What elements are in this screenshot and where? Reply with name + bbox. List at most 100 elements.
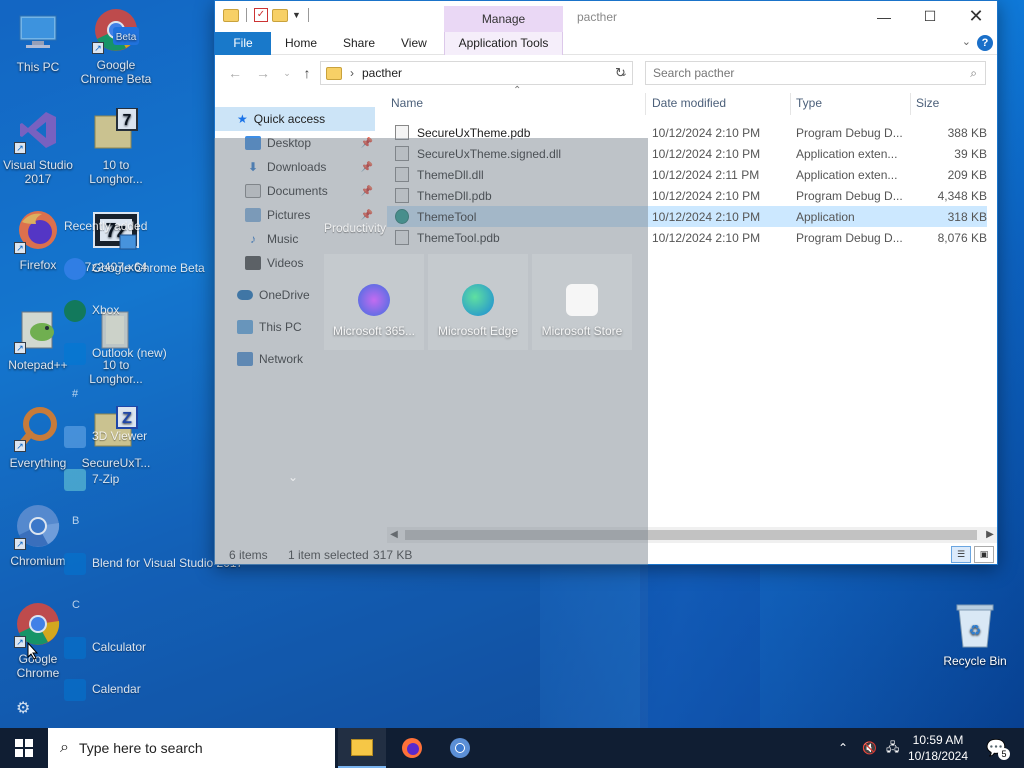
file-row[interactable]: ThemeTool.pdb 10/12/2024 2:10 PM Program… [387,227,987,248]
nav-network[interactable]: Network [215,347,375,371]
chromium-icon [450,738,470,758]
refresh-icon[interactable]: ↻ [615,65,626,81]
desktop-icon-recycle-bin[interactable]: ♻ Recycle Bin [936,602,1014,668]
tab-home[interactable]: Home [275,32,327,55]
start-item-7zip[interactable]: 7-Zip [64,469,119,491]
tab-share[interactable]: Share [333,32,385,55]
start-item-calendar[interactable]: Calendar [64,679,141,701]
3d-viewer-icon [64,426,86,448]
maximize-button[interactable]: ☐ [907,1,953,32]
start-letter-c[interactable]: C [72,599,80,611]
manage-contextual-tab[interactable]: Manage [444,6,563,32]
breadcrumb[interactable]: pacther [362,66,402,80]
desktop-icon-this-pc[interactable]: This PC [0,8,76,74]
file-date: 10/12/2024 2:10 PM [652,231,761,245]
desktop-icon-visual-studio[interactable]: ↗ Visual Studio 2017 [0,106,76,186]
recent-locations-icon[interactable]: ⌄ [277,63,297,83]
start-letter-hash[interactable]: # [72,388,78,400]
search-icon: ⌕ [60,739,69,756]
close-button[interactable]: ✕ [953,1,999,32]
address-row: ← → ⌄ ↑ › pacther ⌄ ↻ Search pacther ⌕ [215,59,997,87]
start-item-outlook[interactable]: Outlook (new) [64,343,167,365]
file-row[interactable]: ThemeDll.pdb 10/12/2024 2:10 PM Program … [387,185,987,206]
scroll-left-icon[interactable]: ◀ [387,527,401,543]
file-type: Application exten... [796,168,898,182]
volume-muted-icon[interactable]: 🔇 [862,728,877,768]
start-item-calculator[interactable]: Calculator [64,637,146,659]
file-row[interactable]: SecureUxTheme.pdb 10/12/2024 2:10 PM Pro… [387,122,987,143]
tile-microsoft-edge[interactable]: Microsoft Edge [428,254,528,350]
column-divider[interactable] [910,93,911,115]
this-pc-icon [14,8,62,56]
nav-quick-access[interactable]: ★ Quick access [215,107,375,131]
start-letter-b[interactable]: B [72,515,79,527]
address-bar[interactable]: › pacther ⌄ [320,61,633,85]
application-icon [395,209,409,224]
forward-button[interactable]: → [253,63,273,83]
file-name: ThemeDll.dll [417,168,484,182]
taskbar-firefox[interactable] [388,728,436,768]
file-name: ThemeTool.pdb [417,231,500,245]
column-header-name[interactable]: Name [391,96,423,110]
scrollbar-thumb[interactable] [405,530,977,540]
nav-desktop[interactable]: Desktop 📌 [215,131,375,155]
column-header-date[interactable]: Date modified [652,96,726,110]
start-item-3d-viewer[interactable]: 3D Viewer [64,426,147,448]
settings-gear-icon[interactable]: ⚙ [16,698,30,718]
column-divider[interactable] [790,93,791,115]
folder-icon [326,66,342,80]
chromium-icon: ↗ [14,502,62,550]
horizontal-scrollbar[interactable]: ◀ ▶ [387,527,997,543]
tab-application-tools[interactable]: Application Tools [444,32,563,55]
tile-microsoft-365[interactable]: Microsoft 365... [324,254,424,350]
tab-file[interactable]: File [215,32,271,55]
svg-text:7: 7 [123,112,132,129]
productivity-group-label[interactable]: Productivity [324,221,386,235]
properties-check-icon[interactable]: ✓ [254,8,268,22]
expand-ribbon-chevron-icon[interactable]: ⌄ [962,35,971,48]
notepadpp-icon: ↗ [14,306,62,354]
expand-chevron-icon[interactable]: ⌄ [288,470,298,484]
large-icons-view-icon[interactable]: ▣ [974,546,994,563]
shortcut-arrow-icon: ↗ [14,538,26,550]
up-button[interactable]: ↑ [297,63,317,83]
pictures-icon [245,208,261,222]
shortcut-arrow-icon: ↗ [14,440,26,452]
taskbar-chromium[interactable] [436,728,484,768]
file-date: 10/12/2024 2:10 PM [652,126,761,140]
taskbar-search-input[interactable]: ⌕ Type here to search [48,728,335,768]
clock[interactable]: 10:59 AM 10/18/2024 [896,732,980,764]
shortcut-arrow-icon: ↗ [14,242,26,254]
start-button[interactable] [0,728,48,768]
column-header-type[interactable]: Type [796,96,822,110]
back-button[interactable]: ← [225,63,245,83]
file-type: Application exten... [796,147,898,161]
desktop-icon-chrome-beta[interactable]: Beta ↗ Google Chrome Beta [78,6,154,86]
notification-center-icon[interactable]: 💬 5 [984,728,1010,768]
blend-icon [64,553,86,575]
start-item-chrome-beta[interactable]: Google Chrome Beta [64,258,205,280]
column-divider[interactable] [645,93,646,115]
scroll-right-icon[interactable]: ▶ [983,527,997,543]
tab-view[interactable]: View [391,32,437,55]
desktop-icon-longhorn-1[interactable]: 7 10 to Longhor... [78,106,154,186]
nav-downloads[interactable]: ⬇ Downloads 📌 [215,155,375,179]
window-title: pacther [577,10,618,24]
taskbar-file-explorer[interactable] [338,728,386,768]
new-folder-icon[interactable] [272,8,288,22]
start-item-xbox[interactable]: Xbox [64,300,119,322]
desktop-icon-label: This PC [16,60,60,74]
file-row[interactable]: ThemeDll.dll 10/12/2024 2:11 PM Applicat… [387,164,987,185]
search-input[interactable]: Search pacther ⌕ [645,61,986,85]
tile-microsoft-store[interactable]: Microsoft Store [532,254,632,350]
show-hidden-icons-chevron[interactable]: ⌃ [838,728,848,768]
nav-documents[interactable]: Documents 📌 [215,179,375,203]
file-date: 10/12/2024 2:10 PM [652,189,761,203]
file-row-selected[interactable]: ThemeTool 10/12/2024 2:10 PM Application… [387,206,987,227]
help-icon[interactable]: ? [977,35,993,51]
file-row[interactable]: SecureUxTheme.signed.dll 10/12/2024 2:10… [387,143,987,164]
customize-toolbar-dropdown-icon[interactable]: ▼ [292,10,301,20]
details-view-icon[interactable]: ☰ [951,546,971,563]
minimize-button[interactable]: — [861,1,907,32]
column-header-size[interactable]: Size [916,96,939,110]
